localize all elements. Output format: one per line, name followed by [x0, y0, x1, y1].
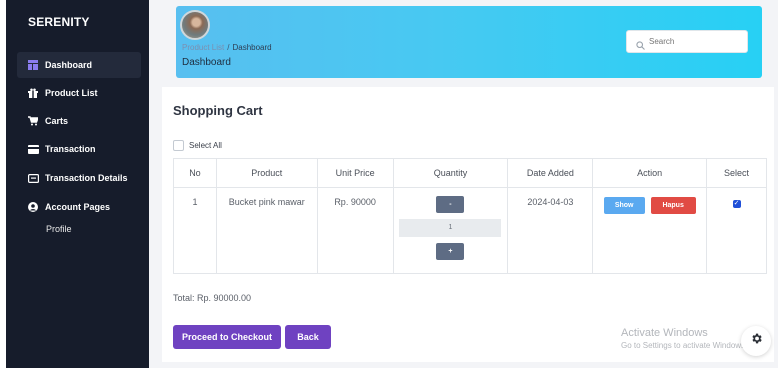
sidebar-item-product-list[interactable]: Product List [17, 80, 141, 106]
cell-product: Bucket pink mawar [215, 187, 318, 274]
avatar[interactable] [180, 10, 210, 40]
increment-button[interactable]: + [436, 243, 465, 260]
card-icon [27, 144, 39, 154]
gift-icon [27, 88, 39, 98]
sidebar-item-transaction[interactable]: Transaction [17, 136, 141, 162]
cell-select: ✓ [706, 187, 767, 274]
cell-date-added: 2024-04-03 [507, 187, 594, 274]
select-all-label: Select All [189, 141, 222, 150]
quantity-value[interactable]: 1 [399, 219, 502, 237]
delete-button[interactable]: Hapus [650, 197, 696, 214]
column-header-date-added: Date Added [507, 158, 594, 188]
sidebar-item-label: Account Pages [45, 202, 111, 212]
search-icon [636, 37, 645, 50]
search-input[interactable] [649, 37, 739, 46]
sidebar-item-label: Carts [45, 116, 69, 126]
brand-logo[interactable]: SERENITY [28, 15, 90, 29]
table-header-row: No Product Unit Price Quantity Date Adde… [173, 158, 767, 188]
user-icon [27, 202, 39, 212]
cell-action: Show Hapus [592, 187, 708, 274]
sidebar-item-transaction-details[interactable]: Transaction Details [17, 165, 141, 191]
cart-total: Total: Rp. 90000.00 [173, 293, 252, 303]
sidebar-item-account-pages[interactable]: Account Pages [17, 194, 141, 220]
settings-button[interactable] [741, 326, 771, 356]
sidebar-item-label: Dashboard [45, 60, 93, 70]
breadcrumb-link[interactable]: Product List [182, 43, 224, 52]
cart-table: No Product Unit Price Quantity Date Adde… [173, 158, 767, 274]
activate-windows-watermark: Activate Windows Go to Settings to activ… [621, 327, 747, 350]
column-header-product: Product [215, 158, 318, 188]
breadcrumb-current: Dashboard [232, 43, 272, 52]
column-header-no: No [173, 158, 217, 188]
select-all[interactable]: Select All [173, 140, 222, 151]
watermark-title: Activate Windows [621, 327, 708, 339]
show-button[interactable]: Show [603, 197, 645, 214]
column-header-action: Action [592, 158, 708, 188]
column-header-unit-price: Unit Price [316, 158, 394, 188]
cell-quantity: - 1 + [392, 187, 509, 274]
breadcrumb-separator: / [227, 43, 230, 52]
row-select-checkbox[interactable]: ✓ [732, 200, 741, 208]
sidebar-item-label: Transaction Details [45, 173, 128, 183]
back-button[interactable]: Back [285, 325, 331, 349]
column-header-quantity: Quantity [392, 158, 509, 188]
sidebar-item-dashboard[interactable]: Dashboard [17, 52, 141, 78]
cart-icon [27, 116, 39, 126]
sidebar: SERENITY Dashboard Product List Carts Tr… [6, 0, 149, 368]
proceed-to-checkout-button[interactable]: Proceed to Checkout [173, 325, 281, 349]
sidebar-item-label: Product List [45, 88, 98, 98]
watermark-subtitle: Go to Settings to activate Windows. [621, 341, 748, 350]
select-all-checkbox[interactable] [173, 140, 184, 151]
cell-no: 1 [173, 187, 217, 274]
page-title: Dashboard [182, 57, 231, 68]
search-box[interactable] [626, 30, 748, 53]
column-header-select: Select [706, 158, 767, 188]
cell-unit-price: Rp. 90000 [316, 187, 394, 274]
cart-title: Shopping Cart [173, 103, 263, 118]
dashboard-icon [27, 60, 39, 70]
receipt-icon [27, 173, 39, 183]
sidebar-item-carts[interactable]: Carts [17, 108, 141, 134]
sidebar-subitem-profile[interactable]: Profile [46, 224, 72, 234]
breadcrumb: Product List / Dashboard [182, 43, 272, 52]
sidebar-item-label: Transaction [45, 144, 96, 154]
decrement-button[interactable]: - [436, 196, 465, 213]
gear-icon [750, 332, 763, 350]
table-row: 1 Bucket pink mawar Rp. 90000 - 1 + 2024… [173, 187, 767, 274]
